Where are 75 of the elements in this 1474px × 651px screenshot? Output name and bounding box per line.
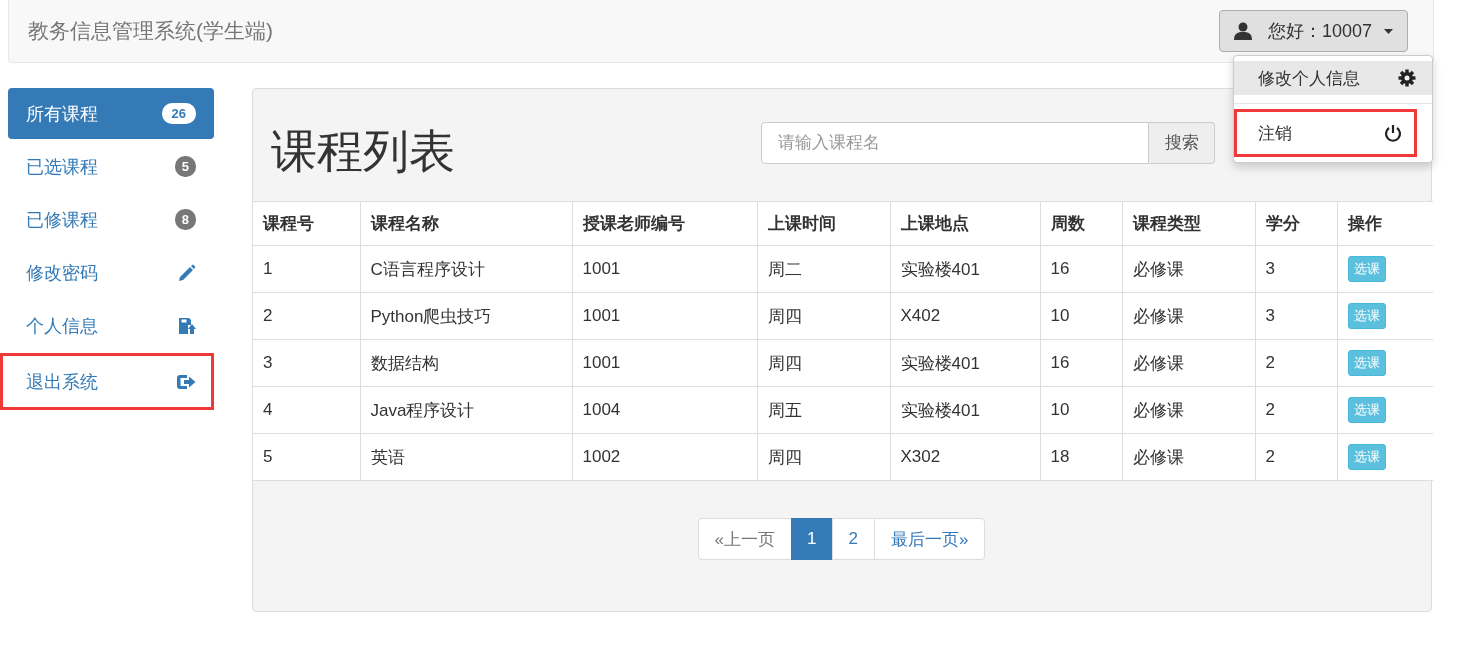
table-cell: 数据结构	[360, 339, 572, 387]
column-header: 周数	[1040, 201, 1122, 246]
table-cell: Java程序设计	[360, 386, 572, 434]
gear-icon	[1398, 69, 1416, 87]
table-cell: 周五	[757, 386, 890, 434]
table-cell: 16	[1040, 245, 1122, 293]
table-cell: 必修课	[1122, 245, 1255, 293]
sidebar-item[interactable]: 修改密码	[8, 247, 214, 298]
column-header: 授课老师编号	[572, 201, 757, 246]
table-cell: 16	[1040, 339, 1122, 387]
table-cell: 3	[1255, 245, 1337, 293]
table-cell: 18	[1040, 433, 1122, 481]
column-header: 操作	[1337, 201, 1433, 246]
page-title: 课程列表	[271, 124, 455, 179]
sidebar-item[interactable]: 已选课程 5	[8, 141, 214, 192]
count-badge: 8	[174, 209, 196, 230]
table-cell: X402	[890, 292, 1040, 340]
sidebar-item[interactable]: 个人信息	[8, 300, 214, 351]
table-cell: 1002	[572, 433, 757, 481]
user-icon	[1233, 22, 1252, 40]
pagination-link[interactable]: 最后一页»	[873, 518, 986, 560]
caret-icon	[1384, 28, 1393, 34]
sidebar-item[interactable]: 退出系统	[0, 353, 214, 410]
brand-title: 教务信息管理系统(学生端)	[28, 18, 273, 44]
table-cell: 1	[253, 245, 360, 293]
table-cell: 2	[1255, 386, 1337, 434]
search-field[interactable]: 请输入课程名	[761, 121, 1149, 164]
table-cell: 1001	[572, 245, 757, 293]
column-header: 学分	[1255, 201, 1337, 246]
table-cell: 4	[253, 386, 360, 434]
table-cell: 1004	[572, 386, 757, 434]
column-header: 上课地点	[890, 201, 1040, 246]
table-cell: 3	[253, 339, 360, 387]
power-icon	[1384, 124, 1402, 142]
table-cell: 实验楼401	[890, 339, 1040, 387]
column-header: 课程类型	[1122, 201, 1255, 246]
table-cell: 周二	[757, 245, 890, 293]
count-badge: 26	[161, 103, 196, 124]
table-cell: 周四	[757, 433, 890, 481]
pagination-link[interactable]: 1	[791, 518, 833, 560]
search-button[interactable]: 搜索	[1149, 121, 1215, 164]
column-header: 课程号	[253, 201, 360, 246]
column-header: 上课时间	[757, 201, 890, 246]
table-cell: 2	[253, 292, 360, 340]
pagination-link[interactable]: 2	[831, 518, 875, 560]
exit-icon	[176, 372, 196, 391]
table-cell: 英语	[360, 433, 572, 481]
table-cell: 10	[1040, 292, 1122, 340]
user-menu-button[interactable]: 您好：10007	[1218, 10, 1408, 52]
table-cell: 1001	[572, 292, 757, 340]
sidebar-item[interactable]: 已修课程 8	[8, 194, 214, 245]
table-cell: X302	[890, 433, 1040, 481]
table-cell: 周四	[757, 339, 890, 387]
table-cell: 5	[253, 433, 360, 481]
save-upload-icon	[178, 316, 196, 335]
sidebar-item[interactable]: 所有课程 26	[8, 88, 214, 139]
table-cell: 实验楼401	[890, 245, 1040, 293]
table-cell: 必修课	[1122, 292, 1255, 340]
dropdown-item[interactable]: 注销	[1234, 109, 1417, 157]
table-cell: 2	[1255, 433, 1337, 481]
table-cell: 必修课	[1122, 433, 1255, 481]
dropdown-item[interactable]: 修改个人信息	[1234, 61, 1432, 95]
table-cell: Python爬虫技巧	[360, 292, 572, 340]
table-cell: 必修课	[1122, 339, 1255, 387]
table-cell: 实验楼401	[890, 386, 1040, 434]
table-cell: 必修课	[1122, 386, 1255, 434]
table-cell: 周四	[757, 292, 890, 340]
pencil-icon	[178, 263, 196, 282]
column-header: 课程名称	[360, 201, 572, 246]
table-cell: C语言程序设计	[360, 245, 572, 293]
table-cell: 1001	[572, 339, 757, 387]
table-cell: 3	[1255, 292, 1337, 340]
table-cell: 2	[1255, 339, 1337, 387]
count-badge: 5	[174, 156, 196, 177]
table-cell: 10	[1040, 386, 1122, 434]
